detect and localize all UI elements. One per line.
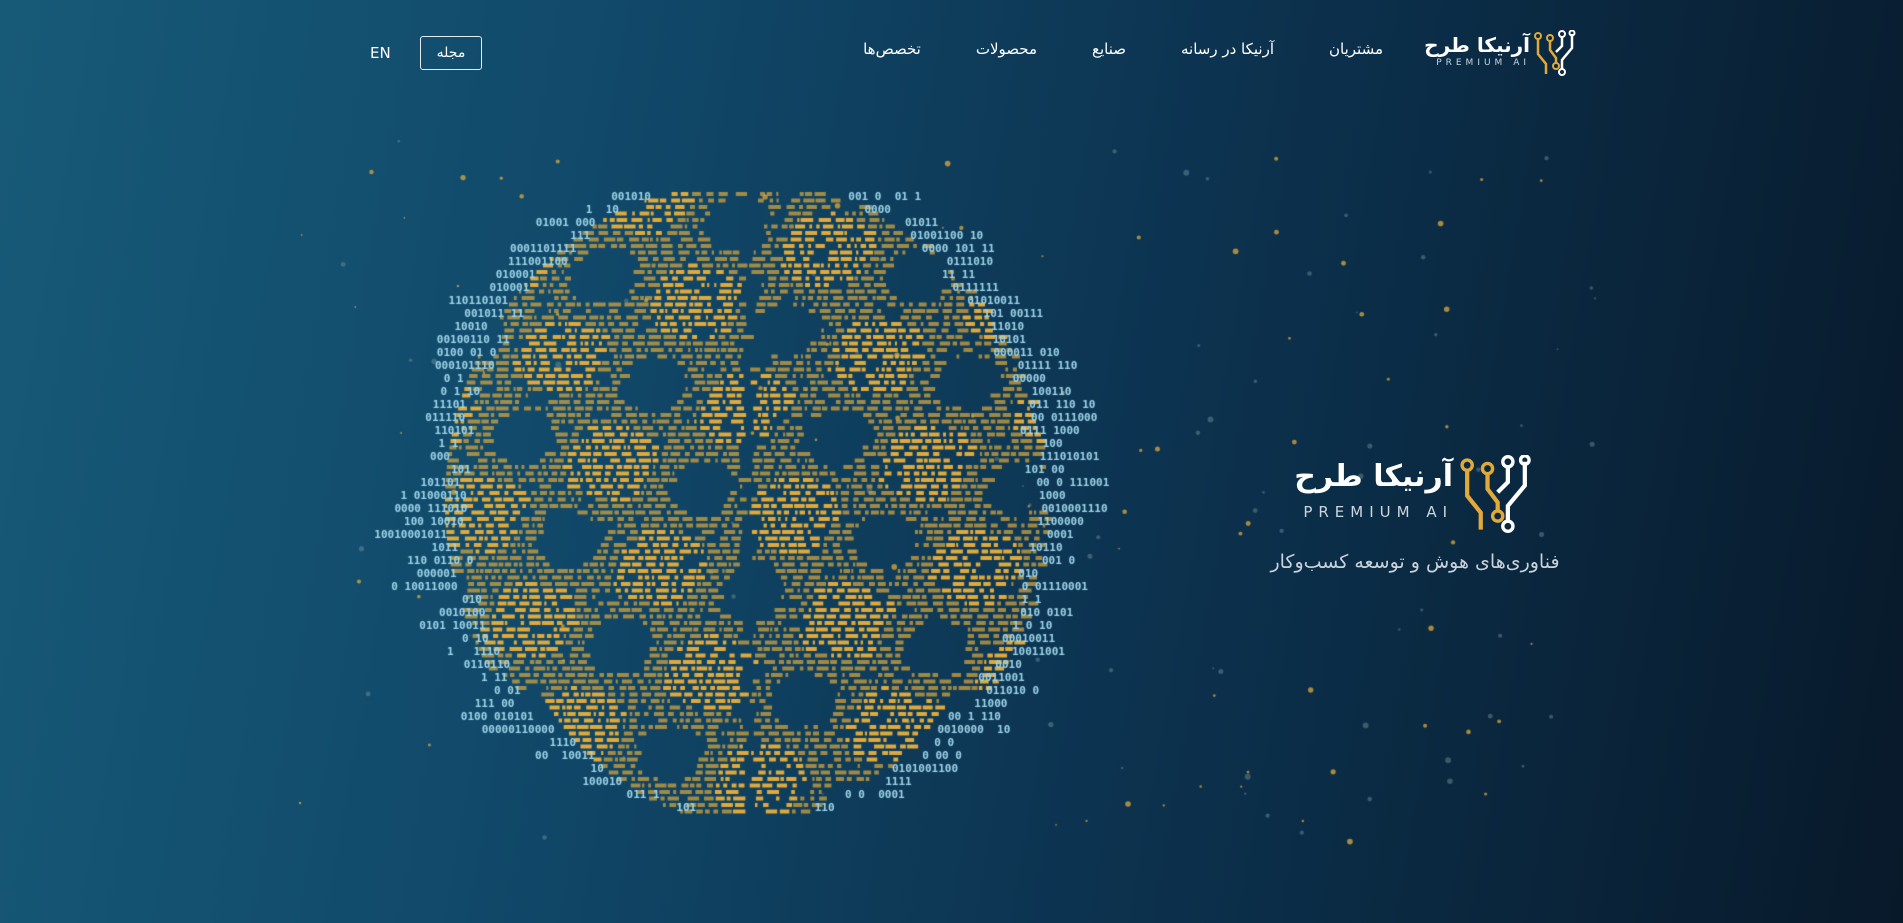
binary-brain-artwork <box>0 0 1903 923</box>
nav-item-media[interactable]: آرنیکا در رسانه <box>1181 40 1274 58</box>
hero-logo: آرنیکا طرح PREMIUM AI <box>1294 455 1535 535</box>
logo-text-en: PREMIUM AI <box>1436 58 1530 68</box>
logo-text-fa: آرنیکا طرح <box>1424 33 1530 57</box>
magazine-button[interactable]: مجله <box>420 36 482 70</box>
hero-tagline: فناوری‌های هوش و توسعه کسب‌وکار <box>1270 551 1560 573</box>
main-navigation: تخصص‌ها محصولات صنایع آرنیکا در رسانه مش… <box>863 40 1383 58</box>
hero-circuit-brain-icon <box>1460 455 1531 533</box>
nav-item-products[interactable]: محصولات <box>976 40 1037 58</box>
hero-logo-text-fa: آرنیکا طرح <box>1294 459 1453 494</box>
language-switch[interactable]: EN <box>370 44 391 62</box>
header-logo[interactable]: آرنیکا طرح PREMIUM AI <box>1424 30 1578 78</box>
nav-item-industries[interactable]: صنایع <box>1092 40 1126 58</box>
site-header: آرنیکا طرح PREMIUM AI تخصص‌ها محصولات صن… <box>0 0 1903 110</box>
circuit-brain-icon <box>1534 30 1576 76</box>
nav-item-customers[interactable]: مشتریان <box>1329 40 1383 58</box>
hero-section: آرنیکا طرح PREMIUM AI فناوری‌های هوش و ت… <box>1240 455 1590 595</box>
nav-item-specialties[interactable]: تخصص‌ها <box>863 40 921 58</box>
hero-logo-text-en: PREMIUM AI <box>1303 503 1453 521</box>
